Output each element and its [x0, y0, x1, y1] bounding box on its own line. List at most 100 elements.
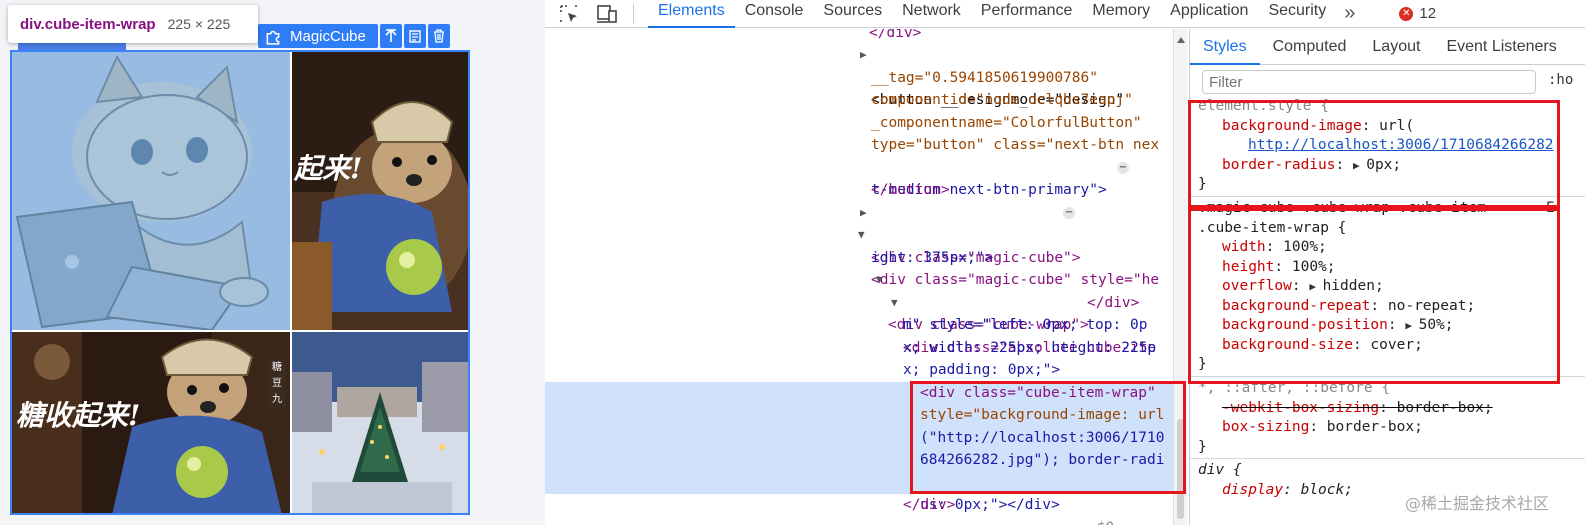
dom-line[interactable]: </div> [545, 29, 1173, 45]
cube-image-vertical-text: 糖豆九 [268, 360, 286, 408]
tab-performance[interactable]: Performance [971, 0, 1083, 28]
tab-styles[interactable]: Styles [1190, 29, 1260, 65]
rule-divider [1190, 196, 1585, 197]
watermark-text: @稀土掘金技术社区 [1405, 494, 1550, 513]
element-highlight-overlay [12, 52, 290, 330]
tab-computed[interactable]: Computed [1260, 29, 1360, 65]
dom-line[interactable]: ▶ <div class="magic-cube"> ⋯ </div> [545, 202, 1173, 311]
arrow-up-icon [385, 29, 397, 42]
dom-line[interactable]: componentid="node_oclqhs7eapj" [545, 89, 1173, 112]
rule-divider [1190, 376, 1585, 377]
dom-line[interactable]: ight: 375px;"> [545, 247, 1173, 270]
tab-application[interactable]: Application [1160, 0, 1258, 28]
tab-network[interactable]: Network [892, 0, 971, 28]
error-counter[interactable]: ✕ 12 [1399, 5, 1436, 22]
hover-state-toggle[interactable]: :ho [1548, 72, 1573, 88]
dom-line[interactable]: ▶ <button __designmode="design" [545, 44, 1173, 108]
collapse-triangle-icon[interactable]: ▼ [858, 224, 865, 247]
rule-selector-div: div { [1198, 462, 1242, 478]
css-declaration[interactable]: height: 100%; [1222, 258, 1336, 278]
css-declaration[interactable]: background-size: cover; [1222, 336, 1423, 356]
css-declaration[interactable]: background-repeat: no-repeat; [1222, 297, 1475, 317]
dom-tree[interactable]: </div> ▶ <button __designmode="design" _… [545, 29, 1173, 525]
css-declaration[interactable]: border-radius: ▶ 0px; [1222, 156, 1401, 176]
copy-button[interactable] [403, 24, 426, 48]
dom-line[interactable]: ▼ <div class="absolute cube-ite [545, 292, 1173, 356]
ellipsis-icon[interactable]: ⋯ [1063, 206, 1076, 219]
dom-line[interactable]: type="button" class="next-btn nex [545, 134, 1173, 157]
dom-line-selected[interactable]: 684266282.jpg"); border-radi [545, 449, 1173, 472]
expand-triangle-icon[interactable]: ▶ [860, 44, 867, 67]
styles-pane: Styles Computed Layout Event Listeners :… [1189, 29, 1585, 525]
tooltip-pointer [18, 42, 126, 50]
puzzle-icon [266, 30, 280, 45]
inspect-element-button[interactable] [555, 3, 583, 25]
trash-icon [433, 29, 444, 43]
tab-event-listeners[interactable]: Event Listeners [1433, 29, 1569, 65]
css-declaration[interactable]: display: block; [1222, 481, 1353, 501]
inspect-icon [560, 4, 577, 22]
dom-line[interactable]: x; padding: 0px;"> [545, 359, 1173, 382]
devtools-tab-bar: Elements Console Sources Network Perform… [545, 0, 1585, 28]
dom-line[interactable]: ▼ <div class="cube-wrap"> [545, 269, 1173, 333]
more-tabs-button[interactable]: » [1344, 2, 1355, 25]
cube-image-winter-town[interactable] [292, 332, 468, 513]
css-declaration[interactable]: background-image: url( [1222, 117, 1414, 137]
dom-line[interactable]: t-medium next-btn-primary"> ⋯ [545, 157, 1173, 198]
cube-image-cat-laptop[interactable] [12, 52, 290, 330]
dom-line-selected[interactable]: us: 0px;"></div> == $0 [545, 471, 1173, 525]
styles-filter-input[interactable] [1202, 70, 1536, 94]
component-toolbar: MagicCube [258, 24, 450, 48]
tab-security[interactable]: Security [1258, 0, 1336, 28]
scroll-up-arrow-icon[interactable] [1177, 37, 1185, 43]
rule-selector-universal: *, ::after, ::before { [1198, 380, 1391, 396]
dom-line[interactable]: m" style="left: 0px; top: 0p [545, 314, 1173, 337]
dom-line[interactable]: x; width: 225px; height: 225p [545, 337, 1173, 360]
copy-icon [409, 30, 421, 43]
ellipsis-icon[interactable]: ⋯ [1117, 161, 1130, 174]
css-declaration-overridden[interactable]: -webkit-box-sizing: border-box; [1222, 399, 1493, 419]
device-toggle-button[interactable] [593, 3, 621, 25]
dom-line[interactable]: _componentname="ColorfulButton" [545, 112, 1173, 135]
cube-image-beaver-top[interactable]: 起来! [292, 52, 468, 330]
dom-line-selected[interactable]: <div class="cube-item-wrap" [545, 381, 1173, 404]
delete-button[interactable] [427, 24, 450, 48]
cube-image-beaver-bottom[interactable]: 糖收起来! 糖豆九 [12, 332, 290, 513]
move-up-button[interactable] [379, 24, 402, 48]
devtools-panel: Elements Console Sources Network Perform… [545, 0, 1585, 525]
dom-line-selected[interactable]: style="background-image: url [545, 404, 1173, 427]
tab-console[interactable]: Console [735, 0, 814, 28]
dom-line[interactable]: </div> [545, 494, 1173, 517]
tab-elements[interactable]: Elements [648, 0, 735, 28]
component-label-text: MagicCube [290, 27, 366, 45]
rule-selector-element-style: element.style { [1198, 98, 1329, 114]
magic-cube-canvas[interactable]: 起来! 糖收起来! 糖豆九 [10, 50, 470, 515]
cube-image-caption: 起来! [294, 152, 363, 185]
dom-tree-scrollbar[interactable] [1173, 29, 1187, 525]
expand-triangle-icon[interactable]: ▶ [860, 202, 867, 225]
collapse-triangle-icon[interactable]: ▼ [876, 269, 883, 292]
dom-line-selected[interactable]: ("http://localhost:3006/1710 [545, 426, 1173, 449]
error-count: 12 [1419, 5, 1437, 22]
dom-line[interactable]: ▼ <div class="magic-cube" style="he [545, 224, 1173, 288]
css-declaration[interactable]: background-position: ▶ 50%; [1222, 316, 1454, 336]
tooltip-dimensions: 225 × 225 [167, 16, 231, 32]
component-label[interactable]: MagicCube [258, 24, 378, 48]
element-tooltip: div.cube-item-wrap 225 × 225 [8, 5, 258, 43]
tab-memory[interactable]: Memory [1082, 0, 1160, 28]
collapse-triangle-icon[interactable]: ▼ [891, 292, 898, 315]
css-rules: element.style { background-image: url( h… [1190, 97, 1585, 525]
css-declaration[interactable]: width: 100%; [1222, 238, 1327, 258]
selected-node-marker: == $0 [1070, 517, 1114, 525]
dom-line[interactable]: __tag="0.5941850619900786" [545, 67, 1173, 90]
css-url-link[interactable]: http://localhost:3006/1710684266282 [1248, 136, 1554, 156]
error-icon: ✕ [1399, 6, 1414, 21]
css-declaration[interactable]: box-sizing: border-box; [1222, 418, 1423, 438]
tab-layout[interactable]: Layout [1359, 29, 1433, 65]
tab-sources[interactable]: Sources [813, 0, 892, 28]
dom-line[interactable]: </button> [545, 179, 1173, 202]
scrollbar-thumb[interactable] [1177, 419, 1184, 519]
rule-selector-cube-item: .magic-cube .cube-wrap .cube-item [1198, 200, 1487, 216]
css-declaration[interactable]: overflow: ▶ hidden; [1222, 277, 1384, 297]
rule-source-link[interactable]: E: [1546, 199, 1563, 219]
